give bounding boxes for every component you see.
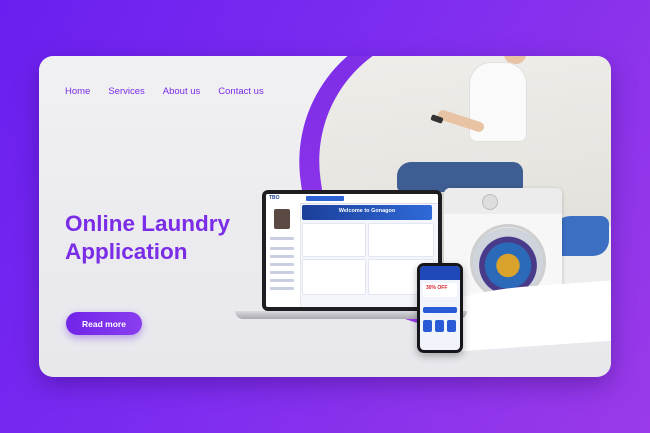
app-search-bar: [306, 196, 344, 201]
phone-promo-text: 30% OFF: [426, 285, 448, 291]
hero-title-line1: Online Laundry: [65, 211, 231, 236]
sidebar-line: [270, 263, 294, 266]
phone-service-tile: [435, 320, 444, 332]
sidebar-line: [270, 279, 294, 282]
sidebar-line: [270, 255, 294, 258]
phone-app-header: [420, 266, 460, 280]
washer-knob-icon: [482, 194, 498, 210]
sidebar-line: [270, 287, 294, 290]
app-rating-card: [302, 223, 366, 257]
app-logo: TBO: [269, 195, 280, 201]
app-requests-card: [302, 259, 366, 295]
app-stats-card: [368, 223, 434, 257]
hero-card: Home Services About us Contact us Online…: [39, 56, 611, 377]
sidebar-line: [270, 271, 294, 274]
hero-title: Online Laundry Application: [65, 210, 285, 266]
avatar: [274, 209, 290, 229]
nav-link-contact-us[interactable]: Contact us: [218, 86, 263, 97]
app-sidebar: [266, 203, 301, 307]
phone-service-tile: [447, 320, 456, 332]
read-more-button[interactable]: Read more: [66, 312, 142, 335]
nav-link-home[interactable]: Home: [65, 86, 90, 97]
phone-app-screen: 30% OFF: [420, 266, 460, 350]
top-nav: Home Services About us Contact us: [65, 86, 264, 97]
sidebar-line: [270, 237, 294, 240]
nav-link-about-us[interactable]: About us: [163, 86, 201, 97]
app-welcome-text: Welcome to Gonagoo: [338, 208, 396, 214]
washer-control-panel: [444, 188, 562, 214]
phone-app-button: [423, 307, 457, 313]
phone-promo-banner: 30% OFF: [423, 283, 457, 297]
phone-service-tile: [423, 320, 432, 332]
app-welcome-banner: Welcome to Gonagoo: [302, 205, 432, 220]
hero-title-line2: Application: [65, 239, 188, 264]
laptop-app-screen: TBO Welcome to Gonagoo: [266, 194, 438, 307]
sidebar-line: [270, 247, 294, 250]
laptop-mockup: TBO Welcome to Gonagoo: [262, 190, 442, 311]
nav-link-services[interactable]: Services: [108, 86, 144, 97]
phone-mockup: 30% OFF: [417, 263, 463, 353]
